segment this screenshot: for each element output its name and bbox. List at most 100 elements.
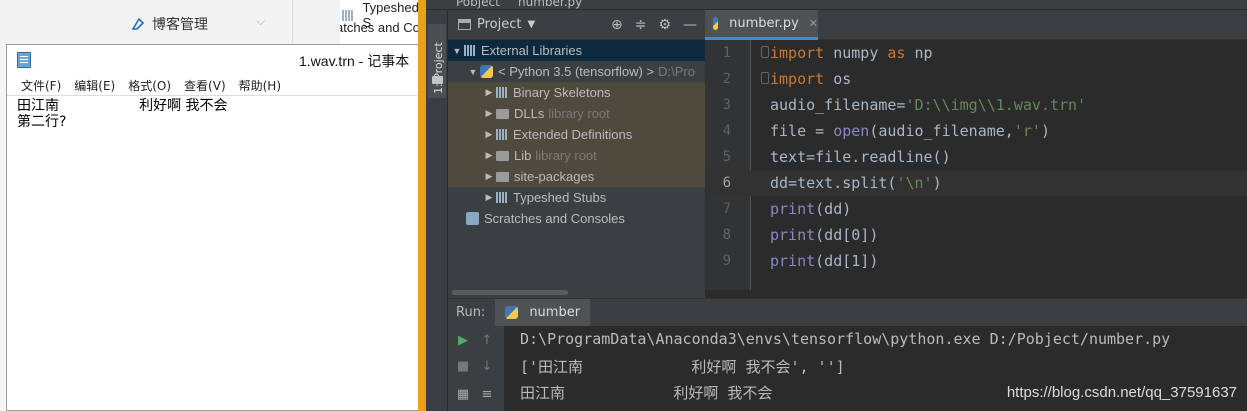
code-line-3[interactable]: 3 audio_filename='D:\\img\\1.wav.trn': [705, 92, 1247, 118]
chevron-down-icon[interactable]: ⌵: [256, 14, 265, 29]
run-toolbar: ▶ ↑ ■ ↓ ▦ ≡: [448, 326, 504, 411]
folder-icon: [496, 108, 509, 119]
nav-file[interactable]: number.py: [518, 0, 582, 9]
menu-help[interactable]: 帮助(H): [239, 77, 281, 94]
python-icon: [480, 65, 493, 78]
collapse-arrow-icon[interactable]: ▶: [482, 87, 496, 98]
project-tree: ▼ External Libraries ▼ < Python 3.5 (ten…: [448, 40, 705, 290]
watermark: https://blog.csdn.net/qq_37591637: [1006, 384, 1237, 401]
rerun-icon[interactable]: ▶: [454, 332, 472, 350]
tree-item-lib[interactable]: ▶ Lib library root: [448, 145, 705, 166]
library-root-tag: library root: [535, 148, 597, 163]
project-view-dropdown[interactable]: Project: [477, 17, 521, 32]
code-line-6[interactable]: 6 dd=text.split('\n'): [705, 170, 1247, 196]
string-literal: 'r': [1013, 122, 1041, 140]
collapse-arrow-icon[interactable]: ▶: [482, 192, 496, 203]
window-divider: [418, 0, 426, 411]
expand-arrow-icon[interactable]: ▼: [466, 67, 480, 77]
tree-item-label: Binary Skeletons: [513, 85, 611, 100]
console-line-3: 田江南 利好啊 我不会: [520, 384, 773, 402]
blog-manage-menu[interactable]: 博客管理: [130, 14, 208, 34]
hide-icon[interactable]: —: [683, 17, 697, 33]
stop-icon[interactable]: ■: [454, 358, 472, 376]
down-arrow-icon[interactable]: ↓: [478, 358, 496, 376]
layout-icon[interactable]: ▦: [454, 386, 472, 404]
editor-tabs: number.py ✕: [705, 10, 1247, 40]
code-line-7[interactable]: 7 print(dd): [705, 196, 1247, 222]
code-line-2[interactable]: 2 import os: [705, 66, 1247, 92]
menu-file[interactable]: 文件(F): [21, 77, 61, 94]
code-editor[interactable]: 1 import numpy as np 2 import os 3 audio…: [705, 40, 1247, 290]
code-line-1[interactable]: 1 import numpy as np: [705, 40, 1247, 66]
pycharm-window: Pobject number.py 1: Project Project ▼ ⊕…: [426, 0, 1247, 411]
menu-view[interactable]: 查看(V): [184, 77, 226, 94]
folder-icon: [496, 150, 509, 161]
notepad-text-area[interactable]: 田江南 利好啊 我不会 第二行?: [7, 95, 421, 410]
caret-down-icon[interactable]: ▼: [527, 19, 535, 30]
tree-horizontal-scrollbar[interactable]: [448, 288, 705, 296]
notepad-menubar: 文件(F) 编辑(E) 格式(O) 查看(V) 帮助(H): [7, 75, 421, 95]
tree-item-path: D:\Pro: [658, 64, 695, 79]
keyword-import: import: [770, 70, 825, 88]
code-line-9[interactable]: 9 print(dd[1]): [705, 248, 1247, 274]
code-line-4[interactable]: 4 file = open(audio_filename,'r'): [705, 118, 1247, 144]
blog-manage-label: 博客管理: [152, 16, 208, 32]
library-icon: [464, 45, 476, 56]
expand-arrow-icon[interactable]: ▼: [450, 46, 464, 56]
tree-item-binary-skeletons[interactable]: ▶ Binary Skeletons: [448, 82, 705, 103]
fold-marker-icon[interactable]: [761, 72, 769, 84]
notepad-titlebar[interactable]: 1.wav.trn - 记事本: [7, 45, 421, 75]
tab-label: number.py: [729, 16, 799, 31]
code-line-5[interactable]: 5 text=file.readline(): [705, 144, 1247, 170]
nav-project[interactable]: Pobject: [456, 0, 500, 9]
collapse-arrow-icon[interactable]: ▶: [482, 150, 496, 161]
fold-marker-icon[interactable]: [761, 46, 769, 58]
tree-item-external-libraries[interactable]: ▼ External Libraries: [448, 40, 705, 61]
close-icon[interactable]: ✕: [809, 17, 818, 30]
tree-item-label: External Libraries: [481, 43, 583, 58]
project-tool-tab-label: 1: Project: [432, 42, 445, 94]
folder-icon: [496, 171, 509, 182]
menu-edit[interactable]: 编辑(E): [74, 77, 115, 94]
collapse-arrow-icon[interactable]: ▶: [482, 171, 496, 182]
tree-item-scratches[interactable]: Scratches and Consoles: [448, 208, 705, 229]
menu-format[interactable]: 格式(O): [128, 77, 171, 94]
tree-item-typeshed-stubs[interactable]: ▶ Typeshed Stubs: [448, 187, 705, 208]
scrollbar-thumb[interactable]: [452, 290, 568, 295]
library-icon: [496, 129, 508, 140]
tab-number-py[interactable]: number.py ✕: [705, 10, 818, 40]
line-number: 4: [722, 123, 731, 139]
ide-navbar: Pobject number.py: [426, 0, 1247, 10]
tree-item-site-packages[interactable]: ▶ site-packages: [448, 166, 705, 187]
tree-item-python-sdk[interactable]: ▼ < Python 3.5 (tensorflow) > D:\Pro: [448, 61, 705, 82]
code-line-8[interactable]: 8 print(dd[0]): [705, 222, 1247, 248]
library-icon: [342, 9, 354, 21]
notepad-line-1: 田江南 利好啊 我不会: [17, 98, 228, 114]
up-arrow-icon[interactable]: ↑: [478, 332, 496, 350]
collapse-arrow-icon[interactable]: ▶: [482, 129, 496, 140]
builtin-print: print: [770, 200, 816, 218]
soft-wrap-icon[interactable]: ≡: [478, 386, 496, 404]
collapse-all-icon[interactable]: ≑: [635, 17, 647, 33]
run-tab-number[interactable]: number: [495, 298, 591, 327]
python-icon: [505, 306, 519, 319]
line-number: 8: [722, 227, 731, 243]
console-line-2: ['田江南 利好啊 我不会', '']: [520, 358, 845, 376]
tree-item-label: Lib: [514, 148, 532, 163]
line-number: 6: [722, 175, 731, 191]
project-window-icon: [458, 19, 471, 30]
notepad-line-2: 第二行?: [17, 114, 67, 130]
project-tool-tab[interactable]: 1: Project: [428, 24, 446, 98]
gear-icon[interactable]: ⚙: [658, 17, 671, 33]
project-toolbar: Project ▼ ⊕ ≑ ⚙ —: [448, 10, 705, 40]
folder-icon: [432, 76, 443, 84]
tree-item-dlls[interactable]: ▶ DLLs library root: [448, 103, 705, 124]
tree-item-label: Typeshed Stubs: [513, 190, 607, 205]
keyword-import: import: [770, 44, 825, 62]
collapse-arrow-icon[interactable]: ▶: [482, 108, 496, 119]
ghost-line-2: atches and Co: [340, 20, 420, 35]
editor-scrollbar[interactable]: [705, 290, 1247, 298]
locate-icon[interactable]: ⊕: [611, 17, 623, 33]
tree-item-extended-definitions[interactable]: ▶ Extended Definitions: [448, 124, 705, 145]
line-number: 9: [722, 253, 731, 269]
